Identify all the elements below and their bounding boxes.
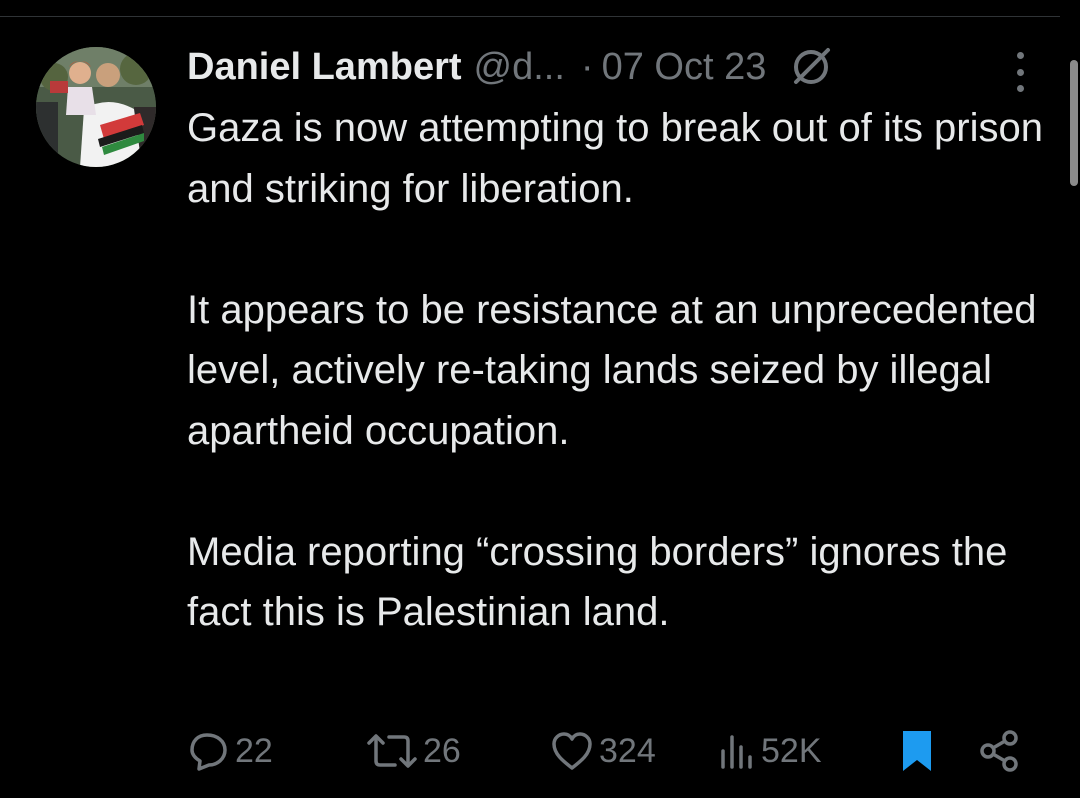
views-count: 52K <box>761 731 822 770</box>
like-count: 324 <box>599 731 656 770</box>
heart-icon <box>549 729 595 773</box>
reply-button[interactable]: 22 <box>187 723 273 779</box>
avatar[interactable] <box>36 47 156 167</box>
views-bar-chart-icon <box>717 729 757 773</box>
tweet-paragraph: Gaza is now attempting to break out of i… <box>187 106 1043 211</box>
share-button[interactable] <box>977 723 1023 779</box>
tweet-text: Gaza is now attempting to break out of i… <box>187 98 1057 643</box>
scrollbar[interactable] <box>1070 0 1080 798</box>
verified-slash-icon <box>788 44 834 90</box>
author-handle[interactable]: @d... <box>474 46 565 89</box>
tweet-date[interactable]: 07 Oct 23 <box>602 46 767 89</box>
bookmark-button[interactable] <box>897 723 937 779</box>
scrollbar-thumb[interactable] <box>1070 60 1078 186</box>
bookmark-icon <box>897 727 937 775</box>
tweet-paragraph: It appears to be resistance at an unprec… <box>187 287 1037 453</box>
repost-count: 26 <box>423 731 461 770</box>
tweet-paragraph: Media reporting “crossing borders” ignor… <box>187 529 1008 635</box>
share-icon <box>977 728 1023 774</box>
separator-dot: · <box>580 45 594 88</box>
reply-icon <box>187 729 231 773</box>
tweet-header: Daniel Lambert @d... · 07 Oct 23 <box>187 42 834 92</box>
action-bar: 22 26 324 52K <box>187 723 1027 779</box>
author-display-name[interactable]: Daniel Lambert <box>187 46 462 89</box>
views-button[interactable]: 52K <box>717 723 822 779</box>
repost-button[interactable]: 26 <box>365 723 461 779</box>
repost-icon <box>365 729 419 773</box>
like-button[interactable]: 324 <box>549 723 656 779</box>
top-divider <box>0 16 1060 17</box>
more-vertical-icon[interactable] <box>1004 52 1036 92</box>
reply-count: 22 <box>235 731 273 770</box>
